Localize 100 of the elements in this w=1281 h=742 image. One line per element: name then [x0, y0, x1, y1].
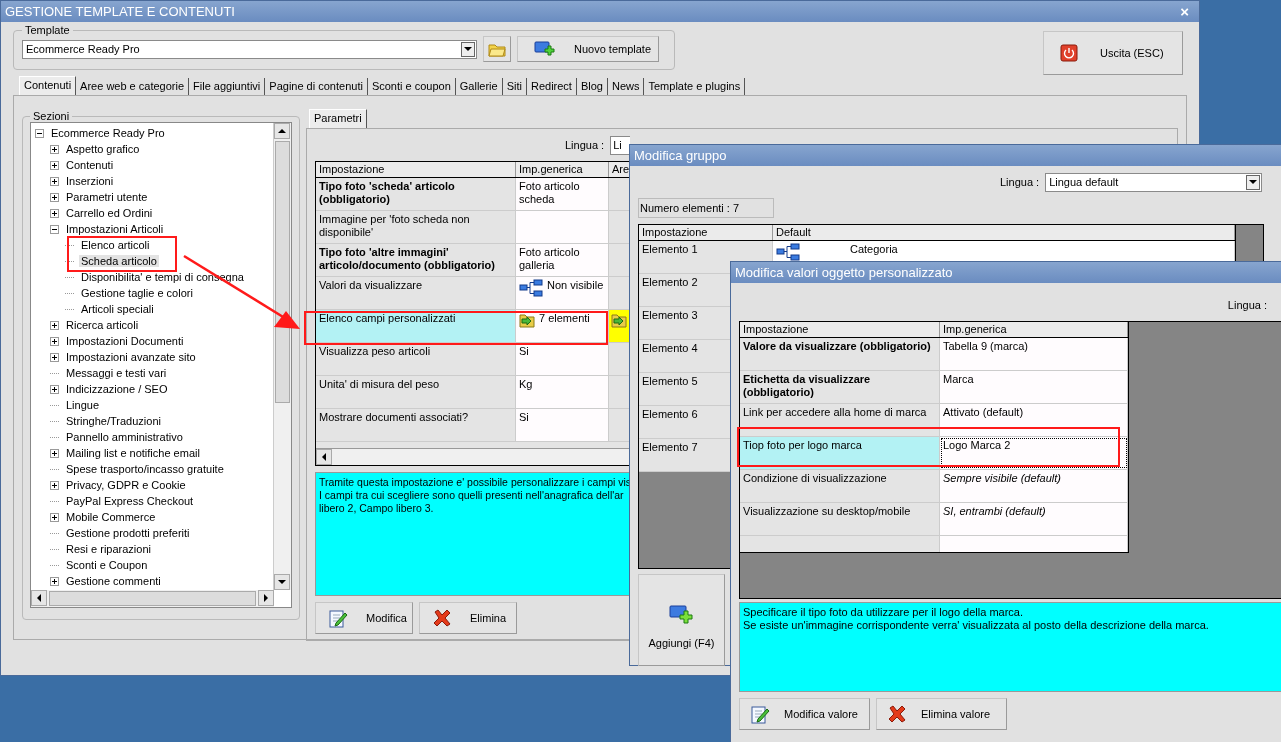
setting-cell[interactable]: Tipo foto 'scheda' articolo (obbligatorio) [316, 178, 516, 210]
expand-toggle-icon[interactable] [50, 144, 59, 154]
tree-item[interactable]: Elenco articoli [79, 239, 152, 251]
tree-item[interactable]: Sconti e Coupon [64, 559, 150, 571]
language-dropdown[interactable]: Li [610, 135, 631, 155]
add-button[interactable]: Aggiungi (F4) [638, 574, 725, 666]
tree-item[interactable]: Carrello ed Ordini [64, 207, 155, 219]
value-cell[interactable]: Attivato (default) [940, 404, 1128, 436]
group-label: Sezioni [32, 110, 71, 122]
tab[interactable]: Contenuti [19, 76, 77, 95]
language-dropdown[interactable]: Lingua default [1045, 172, 1263, 192]
expand-toggle-icon[interactable] [50, 336, 59, 346]
tree-item[interactable]: Resi e riparazioni [64, 543, 153, 555]
tree-item[interactable]: Spese trasporto/incasso gratuite [64, 463, 226, 475]
tree-item[interactable]: Messaggi e testi vari [64, 367, 169, 379]
tree-item[interactable]: Gestione prodotti preferiti [64, 527, 192, 539]
tree-item[interactable]: Pannello amministrativo [64, 431, 185, 443]
tree-item[interactable]: Mobile Commerce [64, 511, 158, 523]
tree-item[interactable]: Ecommerce Ready Pro [49, 127, 167, 139]
setting-cell[interactable]: Condizione di visualizzazione [740, 470, 940, 502]
column-header: Imp.generica [940, 322, 1128, 337]
edit-icon [750, 704, 770, 724]
setting-cell[interactable]: Link per accedere alla home di marca [740, 404, 940, 436]
tree-item[interactable]: Impostazioni Articoli [64, 223, 166, 235]
setting-cell[interactable]: Visualizza peso articoli [316, 343, 516, 375]
add-icon [534, 40, 556, 58]
tree-item[interactable]: Inserzioni [64, 175, 116, 187]
setting-cell[interactable]: Etichetta da visualizzare (obbligatorio) [740, 371, 940, 403]
value-cell[interactable]: Tabella 9 (marca) [940, 338, 1128, 370]
dropdown-icon[interactable] [461, 41, 475, 57]
tree-item[interactable]: Lingue [64, 399, 102, 411]
tree-item[interactable]: Contenuti [64, 159, 116, 171]
expand-toggle-icon[interactable] [50, 352, 59, 362]
setting-cell[interactable]: Tipo foto 'altre immagini' articolo/documento (obbligatorio) [316, 244, 516, 276]
tab[interactable]: Parametri [309, 109, 367, 128]
expand-toggle-icon[interactable] [50, 480, 59, 490]
horizontal-scrollbar[interactable] [31, 590, 274, 607]
delete-icon [887, 704, 907, 724]
tree-item[interactable]: Articoli speciali [79, 303, 156, 315]
expand-toggle-icon[interactable] [50, 512, 59, 522]
setting-cell[interactable]: Immagine per 'foto scheda non disponibile' [316, 211, 516, 243]
expand-toggle-icon[interactable] [50, 224, 59, 234]
setting-cell[interactable]: Tiop foto per logo marca [740, 437, 940, 469]
new-template-button[interactable]: Nuovo template [517, 36, 659, 62]
tree-item[interactable]: Indicizzazione / SEO [64, 383, 170, 395]
value-cell[interactable]: Categoria [850, 243, 898, 256]
description-text: libero 2, Campo libero 3. [319, 502, 435, 515]
tree-item[interactable]: Ricerca articoli [64, 319, 141, 331]
value-cell[interactable]: SI, entrambi (default) [940, 503, 1128, 535]
delete-value-button[interactable]: Elimina valore [876, 698, 1007, 730]
folder-icon [519, 312, 535, 328]
tree-item[interactable]: Impostazioni avanzate sito [64, 351, 198, 363]
description-text: I campi tra cui scegliere sono quelli presenti nell'anagrafica dell'ar [319, 489, 625, 502]
value-cell[interactable]: Sempre visibile (default) [940, 470, 1128, 502]
value-cell[interactable] [516, 211, 609, 243]
value-cell[interactable]: Marca [940, 371, 1128, 403]
setting-cell[interactable]: Mostrare documenti associati? [316, 409, 516, 441]
setting-cell[interactable]: Unita' di misura del peso [316, 376, 516, 408]
tree-item[interactable]: Parametri utente [64, 191, 150, 203]
expand-toggle-icon[interactable] [50, 160, 59, 170]
expand-toggle-icon[interactable] [50, 576, 59, 586]
expand-toggle-icon[interactable] [50, 208, 59, 218]
tree-item[interactable]: Aspetto grafico [64, 143, 142, 155]
setting-cell[interactable]: Valori da visualizzare [316, 277, 516, 309]
folder-icon [611, 312, 627, 328]
template-dropdown[interactable]: Ecommerce Ready Pro [22, 39, 477, 59]
tree-item[interactable]: Gestione taglie e colori [79, 287, 195, 299]
element-count: Numero elementi : 7 [638, 198, 774, 218]
value-cell[interactable]: Si [516, 343, 609, 375]
tree-item[interactable]: Stringhe/Traduzioni [64, 415, 163, 427]
value-cell[interactable]: Foto articolo scheda [516, 178, 609, 210]
value-cell[interactable]: Foto articolo galleria [516, 244, 609, 276]
value-cell[interactable]: Logo Marca 2 [940, 437, 1128, 469]
value-cell[interactable]: Non visibile [516, 277, 609, 309]
dropdown-icon[interactable] [1246, 174, 1261, 190]
vertical-scrollbar[interactable] [273, 123, 291, 590]
exit-button[interactable]: Uscita (ESC) [1043, 31, 1183, 75]
tree-item[interactable]: Privacy, GDPR e Cookie [64, 479, 188, 491]
expand-toggle-icon[interactable] [35, 128, 44, 138]
value-cell[interactable]: 7 elementi [516, 310, 609, 342]
language-label: Lingua : [1000, 176, 1040, 188]
expand-toggle-icon[interactable] [50, 448, 59, 458]
expand-toggle-icon[interactable] [50, 384, 59, 394]
edit-value-button[interactable]: Modifica valore [739, 698, 870, 730]
value-cell[interactable]: Si [516, 409, 609, 441]
tree-item[interactable]: Mailing list e notifiche email [64, 447, 202, 459]
tree-item[interactable]: Impostazioni Documenti [64, 335, 186, 347]
setting-cell[interactable]: Elenco campi personalizzati [316, 310, 516, 342]
setting-cell[interactable]: Visualizzazione su desktop/mobile [740, 503, 940, 535]
edit-button[interactable]: Modifica [315, 602, 413, 634]
tree-item[interactable]: PayPal Express Checkout [64, 495, 196, 507]
expand-toggle-icon[interactable] [50, 176, 59, 186]
expand-toggle-icon[interactable] [50, 192, 59, 202]
add-icon [668, 605, 695, 625]
tree-item[interactable]: Gestione commenti [64, 575, 163, 587]
tree-item[interactable]: Scheda articolo [79, 255, 159, 267]
delete-button[interactable]: Elimina [419, 602, 517, 634]
value-cell[interactable]: Kg [516, 376, 609, 408]
expand-toggle-icon[interactable] [50, 320, 59, 330]
setting-cell[interactable]: Valore da visualizzare (obbligatorio) [740, 338, 940, 370]
